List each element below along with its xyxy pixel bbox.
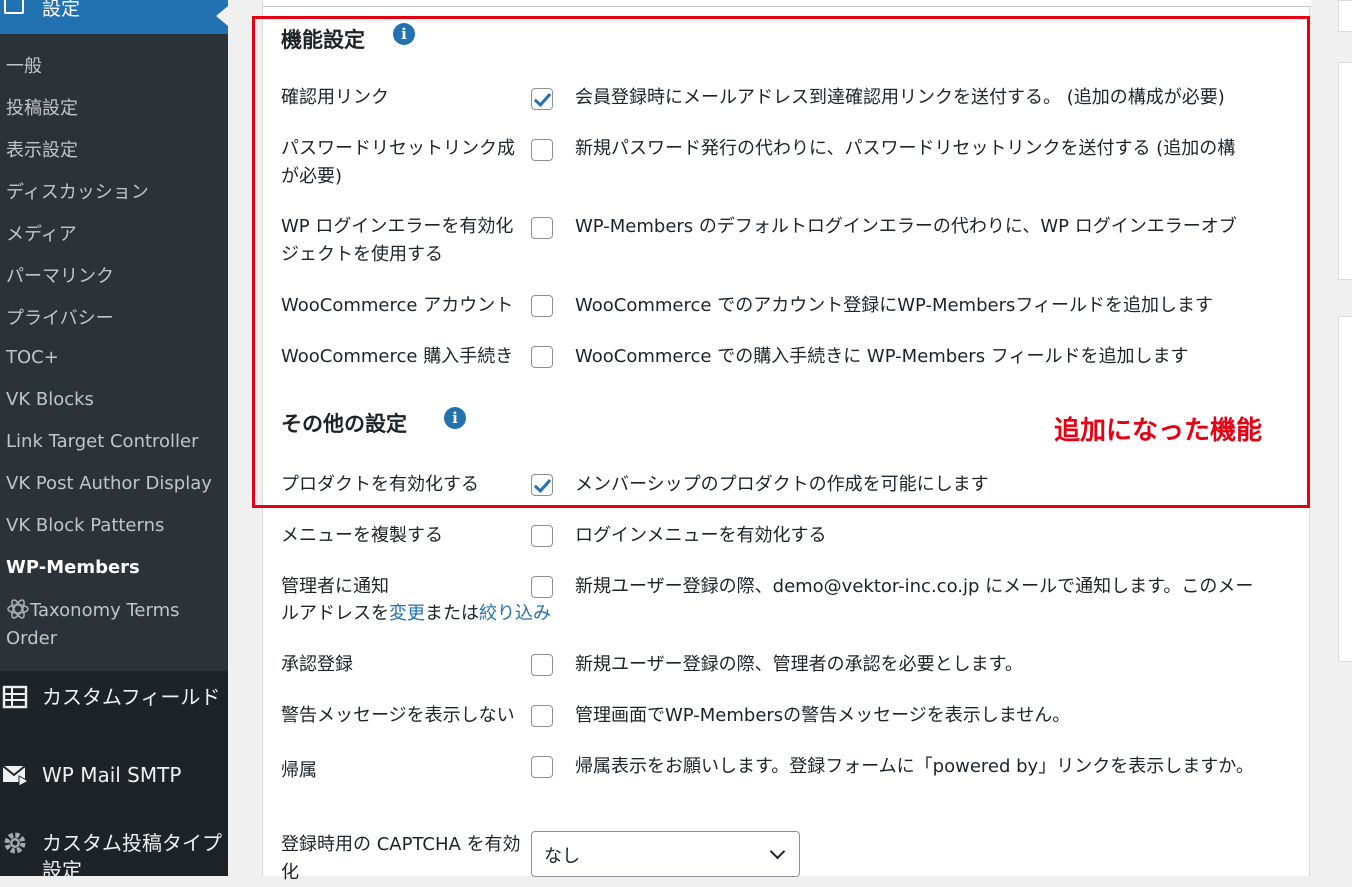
submenu-wp-members[interactable]: WP-Members <box>6 557 140 578</box>
submenu-general[interactable]: 一般 <box>6 52 42 78</box>
sidebar-menu-wp-mail-smtp-label: WP Mail SMTP <box>42 763 182 787</box>
submenu-privacy[interactable]: プライバシー <box>6 304 114 330</box>
submenu-vk-block-patterns[interactable]: VK Block Patterns <box>6 515 164 536</box>
captcha-select-value: なし <box>544 846 580 867</box>
sidebar-menu-settings[interactable]: 設定 <box>0 0 228 34</box>
table-icon <box>2 685 28 709</box>
sidebar-menu-settings-label: 設定 <box>42 0 81 20</box>
sidebar-menu-cpt-settings-label: カスタム投稿タイプ設定 <box>42 831 222 876</box>
other-desc-attribution: 帰属表示をお願いします。登録フォームに「powered by」リンクを表示します… <box>575 756 1254 777</box>
mail-icon <box>2 765 28 787</box>
other-label-attribution: 帰属 <box>281 760 317 781</box>
current-menu-arrow <box>216 6 228 26</box>
gear-icon <box>4 832 26 854</box>
change-email-link[interactable]: 変更 <box>389 603 425 624</box>
captcha-select[interactable]: なし <box>531 831 800 877</box>
submenu-writing[interactable]: 投稿設定 <box>6 94 78 120</box>
submenu-taxonomy-terms-order[interactable]: Taxonomy Terms Order <box>6 597 206 653</box>
admin-sidebar: 設定 一般 投稿設定 表示設定 ディスカッション メディア パーマリンク プライ… <box>0 0 228 876</box>
submenu-link-target-controller[interactable]: Link Target Controller <box>6 431 199 452</box>
filter-link[interactable]: 絞り込み <box>479 603 551 624</box>
submenu-vk-blocks[interactable]: VK Blocks <box>6 389 94 410</box>
notify-admin-or: または <box>425 603 479 624</box>
other-label-notify-admin: 管理者に通知 <box>281 576 389 597</box>
ignore-warnings-checkbox[interactable] <box>531 705 553 727</box>
notify-admin-checkbox[interactable] <box>531 576 553 598</box>
other-label-moderation: 承認登録 <box>281 654 353 675</box>
submenu-media[interactable]: メディア <box>6 220 77 246</box>
other-label-captcha: 登録時用の CAPTCHA を有効化 <box>281 834 521 883</box>
other-label-ignore-warnings: 警告メッセージを表示しない <box>281 705 515 726</box>
right-widget-2 <box>1338 62 1352 280</box>
submenu-reading[interactable]: 表示設定 <box>6 136 78 162</box>
sidebar-menu-custom-fields-label: カスタムフィールド <box>42 685 221 709</box>
other-label-dup-menus: メニューを複製する <box>281 525 443 546</box>
annotation-label: 追加になった機能 <box>1054 416 1263 446</box>
other-desc-dup-menus: ログインメニューを有効化する <box>575 525 827 546</box>
settings-sliders-icon <box>4 0 24 14</box>
other-desc-ignore-warnings: 管理画面でWP-Membersの警告メッセージを表示しません。 <box>575 705 1071 726</box>
notify-admin-cont: ルアドレスを変更または絞り込み <box>281 600 681 628</box>
submenu-taxonomy-label: Taxonomy Terms Order <box>6 600 180 649</box>
submenu-vk-post-author-display[interactable]: VK Post Author Display <box>6 473 212 494</box>
other-desc-moderation: 新規ユーザー登録の際、管理者の承認を必要とします。 <box>575 654 1023 675</box>
atom-icon <box>7 599 29 619</box>
other-desc-notify-admin: 新規ユーザー登録の際、demo@vektor-inc.co.jp にメールで通知… <box>575 576 1254 597</box>
dup-menus-checkbox[interactable] <box>531 525 553 547</box>
submenu-discussion[interactable]: ディスカッション <box>6 178 149 204</box>
panel-top-edge <box>263 0 1311 7</box>
moderation-checkbox[interactable] <box>531 654 553 676</box>
right-widget-1 <box>1338 0 1352 32</box>
submenu-permalink[interactable]: パーマリンク <box>6 262 114 288</box>
chevron-down-icon <box>769 843 786 860</box>
notify-admin-cont-text: ルアドレスを <box>281 603 389 624</box>
submenu-toc[interactable]: TOC+ <box>6 347 59 368</box>
right-widget-3 <box>1338 316 1352 662</box>
